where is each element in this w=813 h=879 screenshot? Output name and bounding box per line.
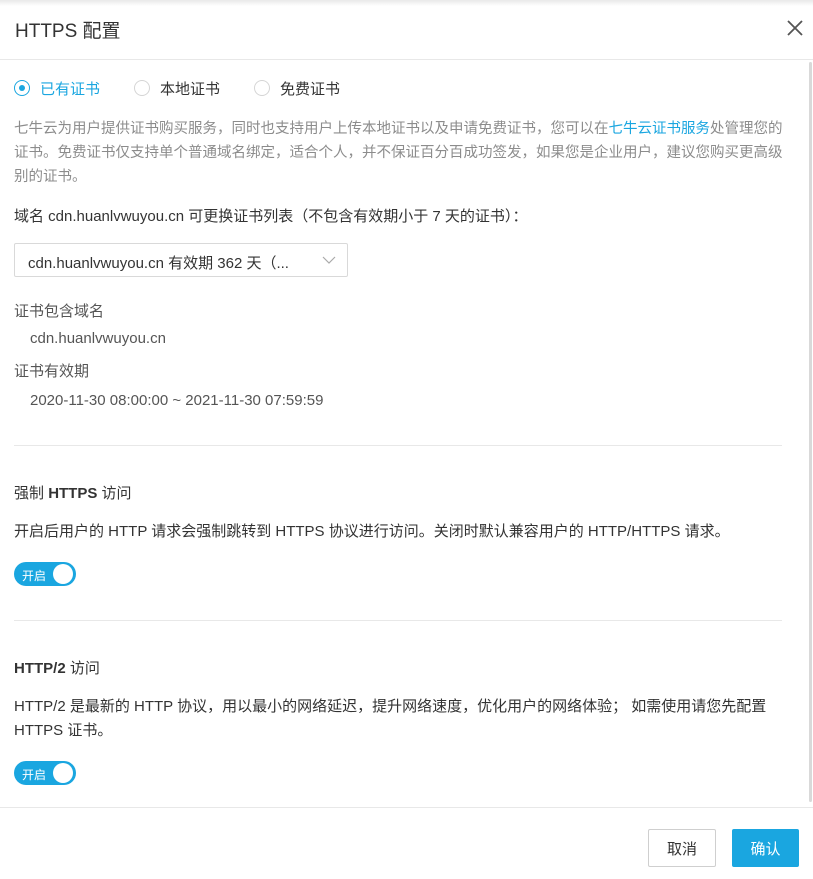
force-https-title-bold: HTTPS [48, 485, 98, 502]
scrollbar[interactable] [809, 62, 812, 802]
cert-domains-label: 证书包含域名 [14, 303, 105, 320]
http2-title-bold: HTTP/2 [14, 660, 66, 677]
http2-title: HTTP/2 访问 [14, 657, 100, 678]
radio-circle [134, 80, 151, 96]
force-https-title-prefix: 强制 [14, 485, 45, 502]
radio-circle [14, 80, 30, 96]
cert-validity-label: 证书有效期 [14, 363, 90, 380]
radio-free-cert[interactable]: 免费证书 [254, 78, 340, 99]
dialog-body: 已有证书 本地证书 免费证书 七牛云为用户提供证书购买服务，同时也支持用户上传本… [0, 60, 813, 806]
cert-source-radio-group: 已有证书 本地证书 免费证书 [14, 78, 374, 98]
http2-toggle[interactable]: 开启 [14, 761, 76, 785]
force-https-title: 强制 HTTPS 访问 [14, 482, 132, 503]
dialog-footer: 取消 确认 [0, 807, 813, 879]
radio-label: 免费证书 [280, 80, 341, 98]
cancel-button[interactable]: 取消 [648, 829, 716, 867]
cert-service-link[interactable]: 七牛云证书服务 [609, 121, 711, 137]
radio-label: 本地证书 [160, 80, 221, 98]
toggle-label: 开启 [22, 569, 47, 583]
toggle-label: 开启 [22, 768, 47, 782]
cert-select[interactable]: cdn.huanlvwuyou.cn 有效期 362 天（... [14, 243, 348, 277]
http2-description: HTTP/2 是最新的 HTTP 协议，用以最小的网络延迟，提升网络速度，优化用… [14, 698, 767, 739]
dialog-title: HTTPS 配置 [15, 21, 121, 42]
cert-validity-value: 2020-11-30 08:00:00 ~ 2021-11-30 07:59:5… [30, 392, 324, 409]
desc-text-before: 七牛云为用户提供证书购买服务，同时也支持用户上传本地证书以及申请免费证书，您可以… [14, 121, 609, 137]
cert-select-value: cdn.huanlvwuyou.cn 有效期 362 天（... [28, 255, 289, 272]
radio-local-cert[interactable]: 本地证书 [134, 78, 220, 99]
force-https-title-suffix: 访问 [101, 485, 132, 502]
radio-circle [254, 80, 271, 96]
cert-domains-value: cdn.huanlvwuyou.cn [30, 330, 166, 347]
http2-title-suffix: 访问 [69, 660, 100, 677]
confirm-button[interactable]: 确认 [732, 829, 799, 867]
chevron-down-icon [322, 253, 336, 267]
toggle-knob [53, 564, 73, 584]
force-https-description: 开启后用户的 HTTP 请求会强制跳转到 HTTPS 协议进行访问。关闭时默认兼… [14, 523, 730, 540]
close-icon[interactable] [783, 16, 807, 40]
divider [14, 620, 782, 621]
cert-description: 七牛云为用户提供证书购买服务，同时也支持用户上传本地证书以及申请免费证书，您可以… [14, 117, 784, 189]
domain-cert-list-label: 域名 cdn.huanlvwuyou.cn 可更换证书列表（不包含有效期小于 7… [14, 208, 528, 225]
dialog-header: HTTPS 配置 [0, 0, 813, 60]
toggle-knob [53, 763, 73, 783]
radio-label: 已有证书 [40, 80, 101, 98]
force-https-toggle[interactable]: 开启 [14, 562, 76, 586]
radio-existing-cert[interactable]: 已有证书 [14, 78, 100, 99]
divider [14, 445, 782, 446]
